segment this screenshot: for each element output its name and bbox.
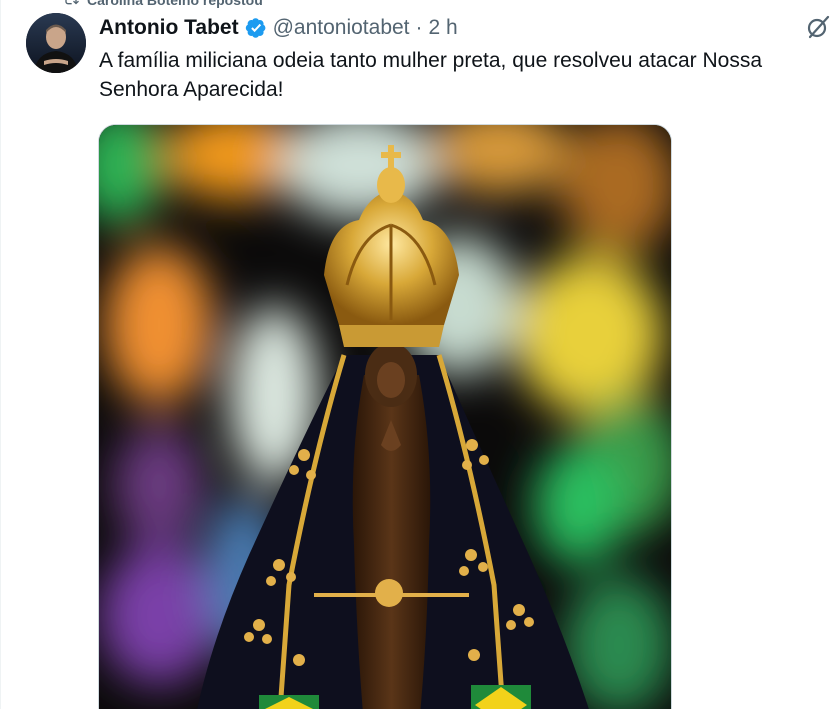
tweet-timestamp[interactable]: 2 h (429, 14, 458, 42)
repost-icon (63, 0, 79, 10)
tweet-frame: Carolina Botelho repostou Antonio Tabet (0, 0, 837, 709)
tweet-header: Antonio Tabet @antoniotabet · 2 h (99, 14, 458, 42)
grok-icon[interactable] (805, 14, 831, 40)
tweet-text: A família miliciana odeia tanto mulher p… (99, 49, 763, 101)
author-name[interactable]: Antonio Tabet (99, 14, 239, 42)
tweet-image[interactable] (98, 124, 672, 709)
author-handle[interactable]: @antoniotabet (273, 14, 410, 42)
author-avatar[interactable] (26, 13, 86, 73)
meta-separator: · (415, 16, 423, 39)
repost-label: Carolina Botelho repostou (87, 0, 263, 8)
verified-badge-icon[interactable] (245, 17, 267, 39)
statue-image-artwork (99, 125, 671, 709)
repost-indicator[interactable]: Carolina Botelho repostou (63, 0, 263, 9)
